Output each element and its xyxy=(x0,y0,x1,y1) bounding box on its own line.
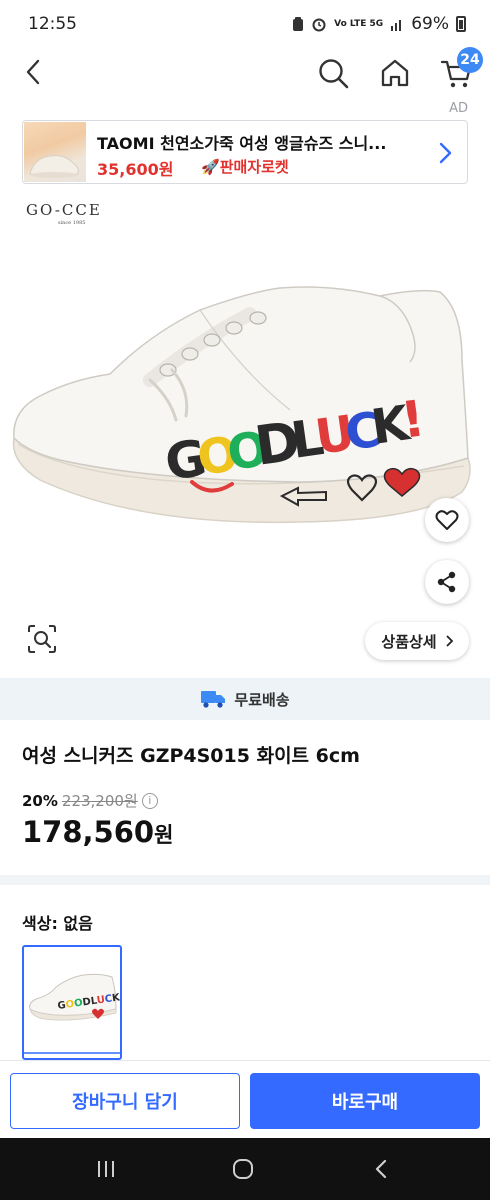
price-discount-row: 20% 223,200원 i xyxy=(22,790,158,811)
battery-icon xyxy=(456,16,466,32)
network-label: Vo LTE 5G xyxy=(334,19,384,29)
share-button[interactable] xyxy=(425,560,469,604)
recent-apps-icon[interactable] xyxy=(94,1157,118,1181)
ad-title: TAOMI 천연소가죽 여성 앵글슈즈 스니... xyxy=(97,134,387,153)
product-detail-button[interactable]: 상품상세 xyxy=(365,622,469,660)
ad-banner[interactable]: TAOMI 천연소가죽 여성 앵글슈즈 스니... 35,600원 🚀판매자로켓 xyxy=(22,120,468,184)
chevron-right-icon xyxy=(439,142,452,164)
search-icon[interactable] xyxy=(316,56,350,90)
add-to-cart-button[interactable]: 장바구니 담기 xyxy=(10,1073,240,1129)
ad-rocket-badge: 🚀판매자로켓 xyxy=(201,156,289,177)
battery-percent: 69% xyxy=(411,14,449,34)
top-nav xyxy=(0,48,490,96)
product-detail-label: 상품상세 xyxy=(381,632,437,651)
rocket-icon: 🚀 xyxy=(201,158,220,176)
signal-icon xyxy=(391,20,402,31)
color-option-label: 색상: 없음 xyxy=(22,914,93,933)
back-arrow-icon[interactable] xyxy=(18,56,50,88)
info-icon[interactable]: i xyxy=(141,792,158,809)
back-nav-icon[interactable] xyxy=(370,1157,394,1181)
sale-price: 178,560원 xyxy=(22,815,173,849)
buy-now-button[interactable]: 바로구매 xyxy=(250,1073,480,1129)
purchase-bar: 장바구니 담기 바로구매 xyxy=(0,1060,490,1138)
original-price: 223,200원 xyxy=(61,792,138,810)
ad-rocket-label: 판매자로켓 xyxy=(219,158,289,176)
brand-logo: GO-CCE xyxy=(26,201,102,219)
free-shipping-label: 무료배송 xyxy=(234,690,290,709)
notification-icon xyxy=(293,17,304,31)
ad-price: 35,600원 xyxy=(97,160,174,179)
cart-count-badge: 24 xyxy=(457,47,483,73)
wishlist-button[interactable] xyxy=(425,498,469,542)
home-icon[interactable] xyxy=(378,56,412,90)
product-title: 여성 스니커즈 GZP4S015 화이트 6cm xyxy=(22,745,360,767)
share-icon xyxy=(437,571,456,593)
status-icons: Vo LTE 5G 69% xyxy=(292,14,466,34)
brand-tagline: since 1985 xyxy=(58,220,86,226)
free-shipping-bar: 무료배송 xyxy=(0,678,490,720)
ad-thumbnail xyxy=(24,122,86,182)
image-search-icon[interactable] xyxy=(26,623,58,655)
alarm-icon xyxy=(312,18,326,32)
status-time: 12:55 xyxy=(28,14,77,34)
system-nav-bar xyxy=(0,1138,490,1200)
sale-price-currency: 원 xyxy=(154,823,174,847)
product-image[interactable]: G O O D L U C K ! xyxy=(0,230,490,600)
color-option-thumbnail[interactable]: GOODLUCK! xyxy=(22,945,122,1060)
status-bar: 12:55 Vo LTE 5G 69% xyxy=(0,0,490,48)
chevron-right-icon xyxy=(445,635,453,647)
section-divider xyxy=(0,875,490,885)
delivery-truck-icon xyxy=(201,691,226,708)
home-nav-icon[interactable] xyxy=(231,1157,255,1181)
heart-icon xyxy=(435,510,459,530)
ad-label: AD xyxy=(449,101,468,116)
sale-price-value: 178,560 xyxy=(22,815,155,849)
discount-rate: 20% xyxy=(22,791,58,810)
product-page: 12:55 Vo LTE 5G 69% 24 AD TAOMI 천연소가죽 여성… xyxy=(0,0,490,1200)
